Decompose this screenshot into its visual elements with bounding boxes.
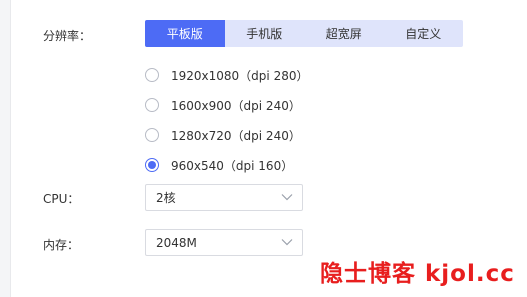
resolution-option-1280x720[interactable]: 1280x720（dpi 240） xyxy=(145,120,308,150)
tab-tablet[interactable]: 平板版 xyxy=(145,20,225,47)
resolution-label: 分辨率： xyxy=(43,29,92,43)
chevron-down-icon xyxy=(281,194,293,201)
chevron-down-icon xyxy=(281,239,293,246)
resolution-options: 1920x1080（dpi 280） 1600x900（dpi 240） 128… xyxy=(145,60,308,180)
memory-select-value: 2048M xyxy=(156,235,197,250)
radio-button-checked[interactable] xyxy=(145,158,159,172)
cpu-select[interactable]: 2核 xyxy=(145,184,303,211)
memory-label: 内存： xyxy=(43,238,80,252)
memory-select[interactable]: 2048M xyxy=(145,229,303,256)
resolution-tabs: 平板版 手机版 超宽屏 自定义 xyxy=(145,20,463,47)
resolution-option-label: 960x540（dpi 160） xyxy=(171,158,294,173)
radio-button[interactable] xyxy=(145,128,159,142)
radio-button[interactable] xyxy=(145,98,159,112)
resolution-option-1600x900[interactable]: 1600x900（dpi 240） xyxy=(145,90,308,120)
cpu-select-value: 2核 xyxy=(156,191,176,205)
tab-phone[interactable]: 手机版 xyxy=(225,20,305,47)
tab-custom[interactable]: 自定义 xyxy=(384,20,464,47)
watermark-text: 隐士博客 kjol.cc xyxy=(320,261,515,287)
resolution-option-label: 1600x900（dpi 240） xyxy=(171,98,301,113)
cpu-label: CPU： xyxy=(43,192,80,206)
resolution-option-label: 1920x1080（dpi 280） xyxy=(171,68,309,83)
radio-button[interactable] xyxy=(145,68,159,82)
resolution-option-960x540[interactable]: 960x540（dpi 160） xyxy=(145,150,308,180)
resolution-option-1920x1080[interactable]: 1920x1080（dpi 280） xyxy=(145,60,308,90)
tab-ultrawide[interactable]: 超宽屏 xyxy=(304,20,384,47)
left-panel-edge xyxy=(0,0,11,297)
resolution-option-label: 1280x720（dpi 240） xyxy=(171,128,301,143)
